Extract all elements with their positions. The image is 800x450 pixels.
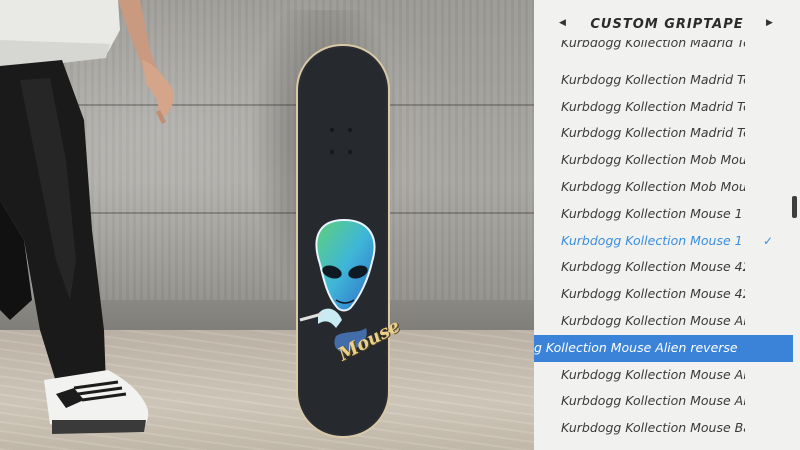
list-scrollbar[interactable] [792, 196, 797, 218]
caret-left-icon[interactable]: ◀ [559, 18, 566, 28]
list-item[interactable]: Kurbdogg Kollection Madrid Tc [534, 120, 794, 147]
skateboard-preview-scene: Mouse [0, 0, 534, 450]
skateboard-deck [296, 44, 390, 438]
list-item[interactable]: Kurbdogg Kollection Mouse 42 [534, 281, 794, 308]
list-item[interactable]: Kurbdogg Kollection Madrid Tc [534, 67, 794, 94]
list-item[interactable]: Kurbdogg Kollection Mouse 42 [534, 254, 794, 281]
list-item[interactable]: Kurbdogg Kollection Mouse Ba [534, 415, 794, 442]
list-item[interactable]: Kurbdogg Kollection Mob Mous [534, 174, 794, 201]
checkmark-icon: ✓ [763, 233, 774, 248]
skater-character [0, 0, 175, 434]
list-item[interactable]: Kurbdogg Kollection Mouse 1 U [534, 201, 794, 228]
list-item[interactable]: Kurbdogg Kollection Mouse All [534, 362, 794, 389]
menu-title: CUSTOM GRIPTAPE [590, 16, 744, 32]
list-item[interactable]: Kurbdogg Kollection Mob Mous [534, 147, 794, 174]
griptape-list: Kurbdogg Kollection Madrid Tc Kurbdogg K… [534, 40, 794, 442]
list-item-equipped[interactable]: Kurbdogg Kollection Mouse 1 U ✓ [534, 228, 794, 255]
list-item[interactable]: Kurbdogg Kollection Mouse Ali [534, 308, 794, 335]
list-item[interactable]: Kurbdogg Kollection Madrid Tc [534, 94, 794, 121]
caret-right-icon[interactable]: ▶ [766, 18, 773, 28]
list-item-selected[interactable]: g Kollection Mouse Alien reverse [534, 334, 793, 362]
griptape-menu-panel: ◀ CUSTOM GRIPTAPE ▶ Kurbdogg Kollection … [534, 0, 800, 450]
list-item[interactable]: Kurbdogg Kollection Madrid Tc [534, 40, 794, 67]
list-item[interactable]: Kurbdogg Kollection Mouse All [534, 388, 794, 415]
